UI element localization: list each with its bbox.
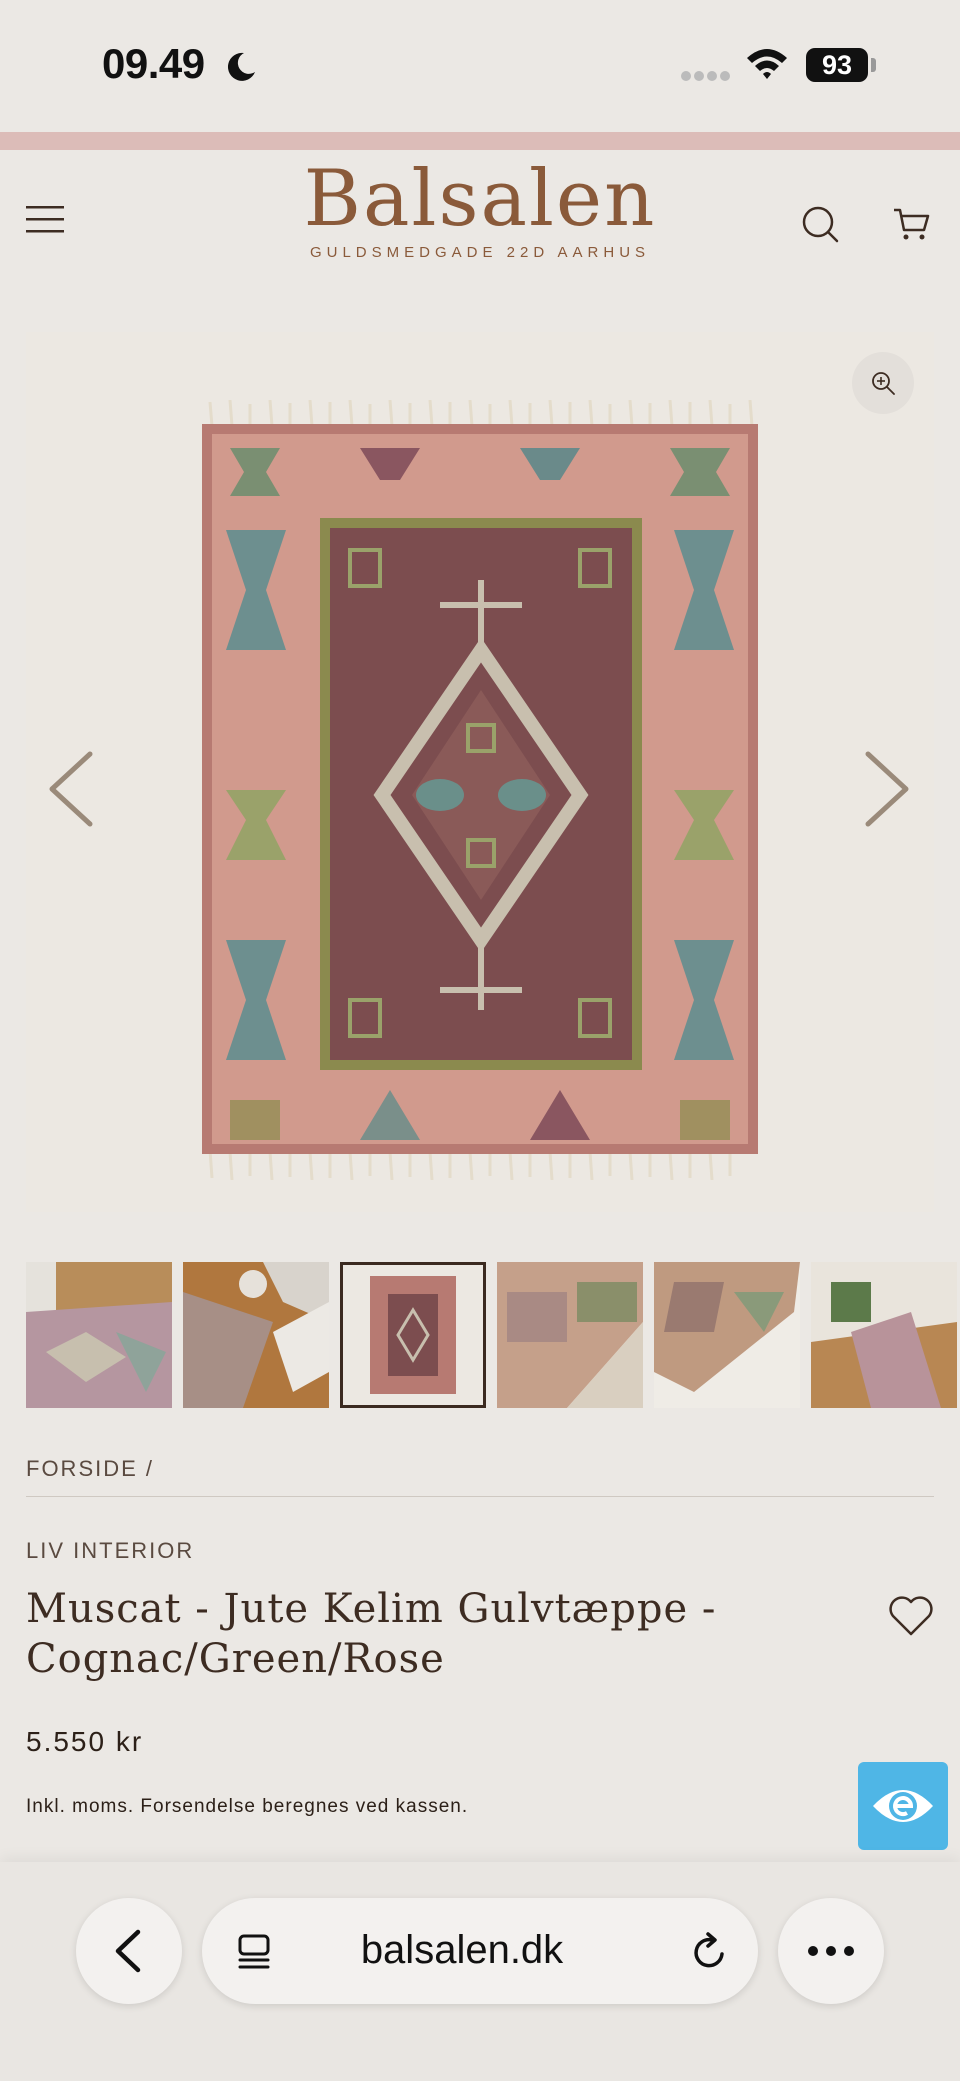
- battery-indicator: 93: [806, 48, 868, 82]
- signal-icon: [681, 71, 730, 81]
- product-image-rug: [202, 400, 758, 1180]
- logo-subtitle: GULDSMEDGADE 22D AARHUS: [309, 244, 651, 261]
- accessibility-eye-icon: [873, 1790, 933, 1822]
- more-icon: [808, 1946, 854, 1956]
- breadcrumb[interactable]: FORSIDE /: [26, 1456, 154, 1482]
- chevron-right-icon[interactable]: [862, 750, 912, 828]
- logo[interactable]: Balsalen GULDSMEDGADE 22D AARHUS: [280, 156, 680, 261]
- thumbnail-1[interactable]: [26, 1262, 172, 1408]
- site-header: Balsalen GULDSMEDGADE 22D AARHUS: [0, 150, 960, 298]
- zoom-button[interactable]: [852, 352, 914, 414]
- zoom-icon: [872, 372, 895, 395]
- thumbnail-2[interactable]: [183, 1262, 329, 1408]
- thumbnail-6[interactable]: [811, 1262, 957, 1408]
- wifi-icon: [747, 49, 787, 79]
- tabs-icon[interactable]: [234, 1932, 274, 1972]
- product-title: Muscat - Jute Kelim Gulvtæppe - Cognac/G…: [26, 1586, 717, 1682]
- product-vendor[interactable]: LIV INTERIOR: [26, 1538, 194, 1564]
- thumbnail-5[interactable]: [654, 1262, 800, 1408]
- moon-icon: [227, 52, 255, 81]
- tax-note: Inkl. moms. Forsendelse beregnes ved kas…: [26, 1796, 469, 1817]
- url-text[interactable]: balsalen.dk: [292, 1928, 632, 1973]
- status-bar: 09.49 93: [0, 0, 960, 132]
- search-icon[interactable]: [800, 204, 840, 244]
- heart-icon[interactable]: [888, 1594, 934, 1636]
- browser-back-button[interactable]: [76, 1898, 182, 2004]
- address-bar[interactable]: balsalen.dk: [202, 1898, 758, 2004]
- chevron-left-icon[interactable]: [46, 750, 96, 828]
- reload-icon[interactable]: [690, 1930, 730, 1972]
- thumbnail-4[interactable]: [497, 1262, 643, 1408]
- menu-icon[interactable]: [26, 204, 66, 236]
- status-time: 09.49: [102, 40, 205, 87]
- browser-toolbar: balsalen.dk: [0, 1862, 960, 2081]
- product-price: 5.550 kr: [26, 1726, 144, 1757]
- thumbnail-3[interactable]: [340, 1262, 486, 1408]
- cart-icon[interactable]: [892, 204, 932, 244]
- thumbnail-strip: [26, 1262, 957, 1408]
- battery-cap: [871, 58, 876, 72]
- accent-strip: [0, 132, 960, 150]
- divider: [26, 1496, 934, 1497]
- accessibility-button[interactable]: [858, 1762, 948, 1850]
- back-icon: [115, 1929, 141, 1973]
- logo-name: Balsalen: [303, 154, 657, 244]
- more-options-button[interactable]: [778, 1898, 884, 2004]
